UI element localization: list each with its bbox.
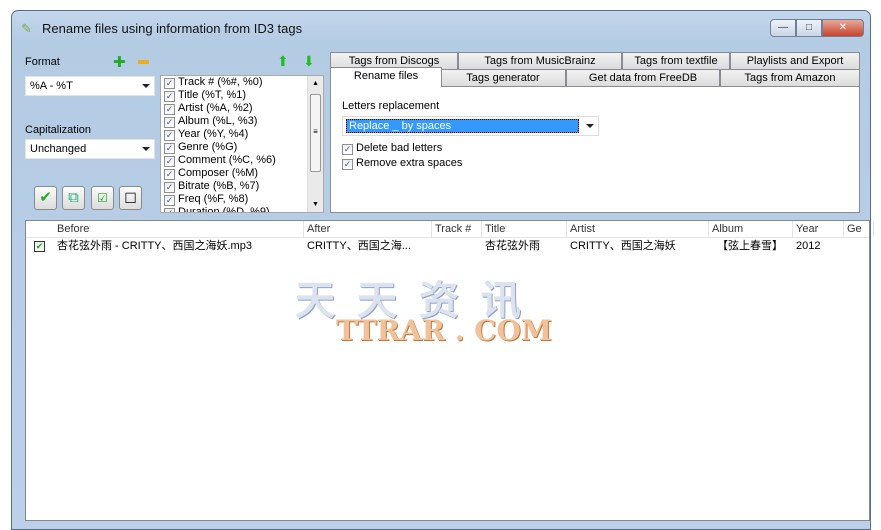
field-label: Track # (%#, %0)	[178, 76, 263, 88]
tab-tags-from-amazon[interactable]: Tags from Amazon	[720, 69, 860, 87]
field-item[interactable]: ✓ Artist (%A, %2)	[161, 102, 323, 115]
checkbox[interactable]: ✓	[164, 117, 175, 128]
tab-get-data-from-freedb[interactable]: Get data from FreeDB	[566, 69, 720, 87]
column-header[interactable]: Track #	[432, 221, 482, 237]
check-all-button[interactable]: ☑	[91, 186, 114, 210]
field-label: Album (%L, %3)	[178, 115, 258, 127]
title-bar: ✎ Rename files using information from ID…	[12, 11, 870, 43]
minimize-button[interactable]: —	[770, 19, 796, 37]
field-label: Bitrate (%B, %7)	[178, 180, 260, 192]
tab-tags-generator[interactable]: Tags generator	[440, 69, 566, 87]
letters-replacement-combo[interactable]: Replace _ by spaces	[342, 116, 599, 136]
tab-playlists-and-export[interactable]: Playlists and Export	[730, 52, 860, 70]
table-cell: 杏花弦外雨	[485, 240, 540, 252]
maximize-button[interactable]: □	[796, 19, 822, 37]
table-cell	[432, 238, 482, 255]
column-header[interactable]: Album	[709, 221, 793, 237]
field-item[interactable]: ✓ Genre (%G)	[161, 141, 323, 154]
table-cell	[844, 238, 874, 255]
move-down-icon[interactable]: ⬇	[303, 53, 315, 70]
field-label: Duration (%D, %9)	[178, 206, 270, 213]
field-label: Genre (%G)	[178, 141, 238, 153]
close-button[interactable]: ✕	[822, 19, 864, 37]
field-label: Freq (%F, %8)	[178, 193, 249, 205]
column-header[interactable]: Ge	[844, 221, 874, 237]
field-label: Artist (%A, %2)	[178, 102, 253, 114]
tab-rename-files[interactable]: Rename files	[330, 67, 442, 87]
rename-tags-icon: ✎	[21, 21, 32, 36]
letters-replacement-label: Letters replacement	[342, 100, 440, 112]
checkbox[interactable]: ✓	[164, 143, 175, 154]
scrollbar-thumb[interactable]: ≡	[310, 94, 321, 172]
checkbox[interactable]: ✓	[164, 182, 175, 193]
field-label: Composer (%M)	[178, 167, 259, 179]
tab-tags-from-musicbrainz[interactable]: Tags from MusicBrainz	[458, 52, 622, 70]
checkmark-icon: ✔	[39, 189, 52, 206]
column-header[interactable]: Artist	[567, 221, 709, 237]
field-label: Year (%Y, %4)	[178, 128, 249, 140]
checkbox[interactable]: ✓	[164, 195, 175, 206]
format-label: Format	[25, 56, 60, 68]
move-up-icon[interactable]: ⬆	[277, 53, 289, 70]
checkbox[interactable]: ✓	[164, 169, 175, 180]
table-cell: 【弦上春雪】	[717, 240, 783, 252]
tab-tags-from-textfile[interactable]: Tags from textfile	[622, 52, 730, 70]
column-header[interactable]: Title	[482, 221, 567, 237]
letters-replacement-value: Replace _ by spaces	[346, 119, 579, 133]
chevron-down-icon	[142, 84, 150, 88]
capitalization-label: Capitalization	[25, 124, 92, 136]
field-item[interactable]: ✓ Title (%T, %1)	[161, 89, 323, 102]
delete-bad-letters-label: Delete bad letters	[356, 142, 443, 154]
format-combo[interactable]: %A - %T	[25, 76, 155, 96]
table-cell: 杏花弦外雨 - CRITTY、西国之海妖.mp3	[57, 240, 252, 252]
chevron-down-icon	[142, 147, 150, 151]
remove-extra-spaces-checkbox[interactable]: ✓ Remove extra spaces	[342, 157, 462, 170]
capitalization-combo[interactable]: Unchanged	[25, 139, 155, 159]
field-item[interactable]: ✓ Composer (%M)	[161, 167, 323, 180]
checkbox[interactable]: ✓	[164, 78, 175, 89]
checkbox-checked-icon: ☑	[97, 191, 108, 205]
chevron-down-icon	[586, 124, 594, 128]
field-item[interactable]: ✓ Freq (%F, %8)	[161, 193, 323, 206]
checkbox[interactable]: ✓	[164, 104, 175, 115]
rename-files-panel: Letters replacement Replace _ by spaces …	[330, 86, 860, 213]
column-header[interactable]: Year	[793, 221, 844, 237]
field-list: ▲ ≡ ▼ ✓ Track # (%#, %0) ✓ Title (%T, %1) ✓ A…	[160, 75, 324, 213]
column-header[interactable]: After	[304, 221, 432, 237]
field-item[interactable]: ✓ Year (%Y, %4)	[161, 128, 323, 141]
field-label: Comment (%C, %6)	[178, 154, 276, 166]
window-title: Rename files using information from ID3 …	[42, 21, 303, 36]
add-format-icon[interactable]: ✚	[113, 53, 126, 71]
file-list: Before After Track # Title Artist Album Year Ge…	[25, 220, 874, 521]
checkbox[interactable]: ✓	[164, 91, 175, 102]
checkbox-empty-icon: ☐	[124, 190, 137, 206]
remove-extra-spaces-label: Remove extra spaces	[356, 157, 463, 169]
table-cell: CRITTY、西国之海妖	[570, 240, 676, 252]
field-item[interactable]: ✓ Album (%L, %3)	[161, 115, 323, 128]
field-item[interactable]: ✓ Bitrate (%B, %7)	[161, 180, 323, 193]
delete-bad-letters-checkbox[interactable]: ✓ Delete bad letters	[342, 142, 442, 155]
invert-selection-button[interactable]: ⧉	[62, 186, 85, 210]
table-cell: CRITTY、西国之海...	[307, 240, 411, 252]
checkbox[interactable]: ✓	[164, 208, 175, 212]
scrollbar[interactable]: ▲ ≡ ▼	[307, 76, 323, 212]
invert-check-icon: ⧉	[68, 189, 79, 206]
remove-format-icon[interactable]	[138, 60, 149, 64]
field-item[interactable]: ✓ Duration (%D, %9)	[161, 206, 323, 213]
checkbox[interactable]: ✓	[164, 156, 175, 167]
field-item[interactable]: ✓ Comment (%C, %6)	[161, 154, 323, 167]
capitalization-value: Unchanged	[30, 143, 87, 155]
column-header[interactable]: Before	[54, 221, 304, 237]
checkbox[interactable]: ✓	[164, 130, 175, 141]
row-checkbox[interactable]: ✔	[34, 241, 45, 252]
apply-button[interactable]: ✔	[34, 186, 57, 210]
uncheck-all-button[interactable]: ☐	[119, 186, 142, 210]
field-label: Title (%T, %1)	[178, 89, 247, 101]
field-item[interactable]: ✓ Track # (%#, %0)	[161, 76, 323, 89]
format-value: %A - %T	[30, 80, 73, 92]
table-cell: 2012	[796, 240, 821, 252]
watermark-line2: TTRAR . COM	[336, 314, 552, 347]
